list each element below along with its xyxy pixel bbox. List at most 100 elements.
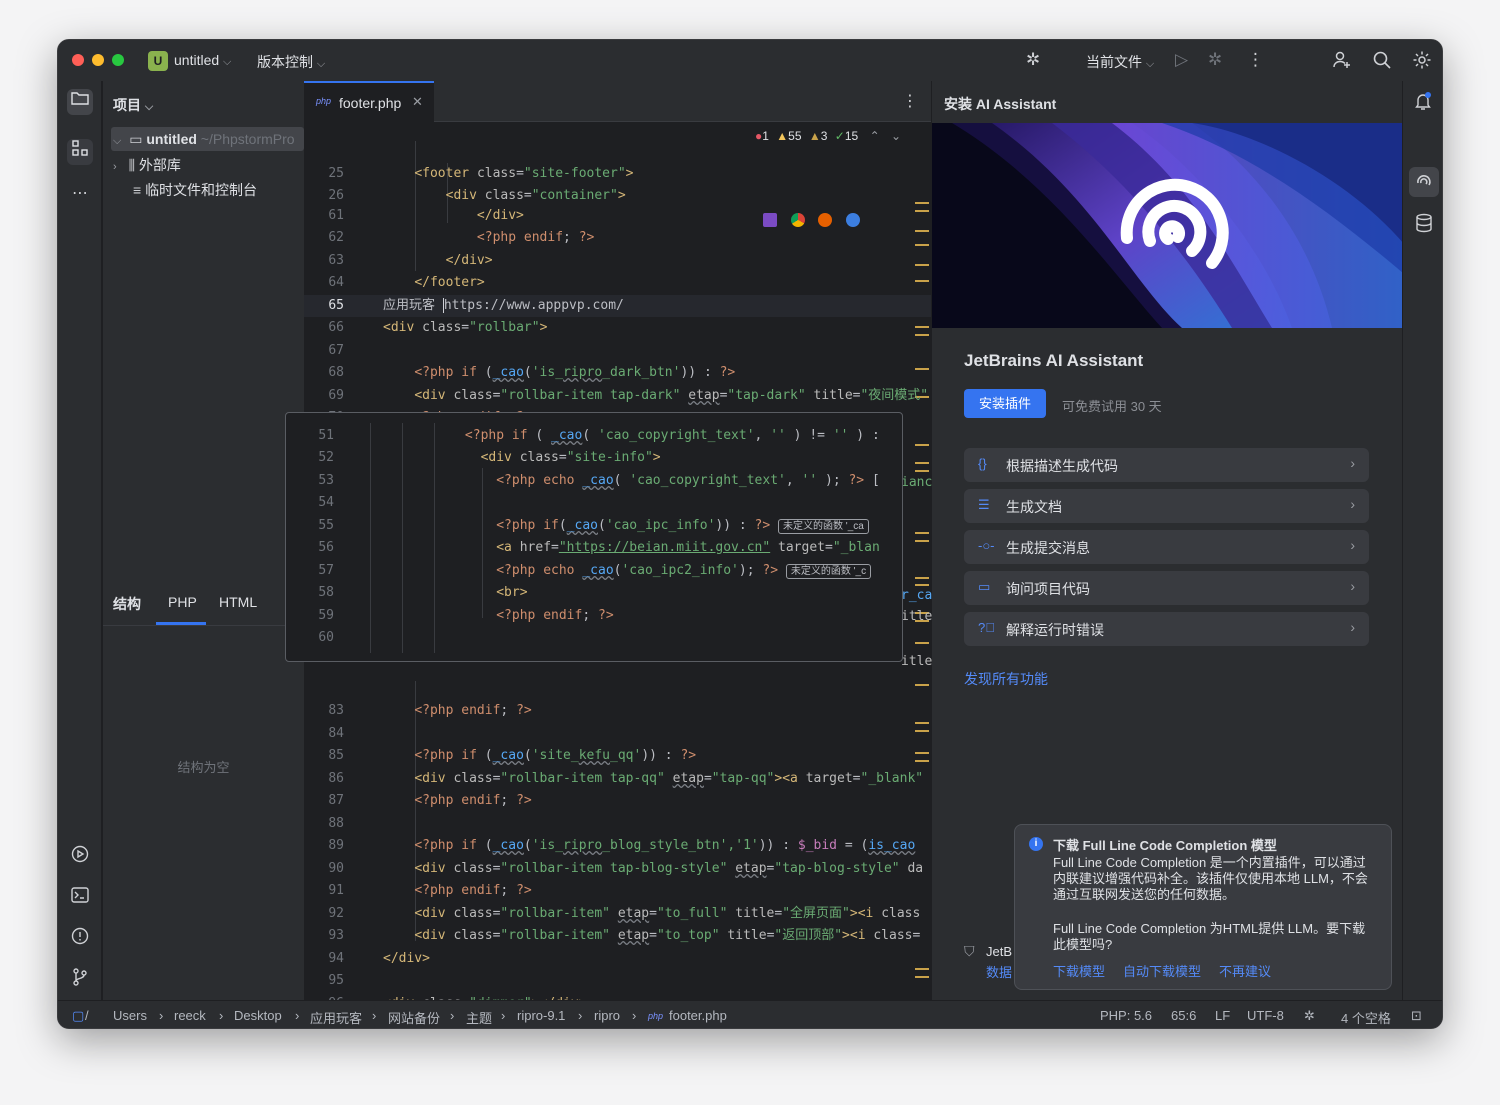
code-line: 90 <div class="rollbar-item tap-blog-sty… xyxy=(328,861,924,876)
terminal-icon[interactable] xyxy=(67,886,93,912)
lock-icon[interactable]: ⊡ xyxy=(1411,1008,1422,1024)
search-icon[interactable] xyxy=(1372,50,1392,75)
code-line: 25 <footer class="site-footer"> xyxy=(328,166,634,181)
auto-download-link[interactable]: 自动下载模型 xyxy=(1123,961,1201,980)
firefox-icon[interactable] xyxy=(818,213,833,227)
run-icon[interactable]: ▷ xyxy=(1175,50,1188,70)
code-line: 60 xyxy=(318,630,334,645)
editor-tab-bar: php footer.php ✕ ⋮ xyxy=(304,81,931,122)
breadcrumb-item[interactable]: 主题 xyxy=(466,1008,492,1027)
tree-row-scratches[interactable]: ≡ 临时文件和控制台 xyxy=(133,180,257,200)
tree-label: untitled xyxy=(146,131,197,147)
tree-row-untitled[interactable]: ⌵ ▭ untitled ~/PhpstormPro xyxy=(113,131,295,148)
ai-footer-text: JetB xyxy=(986,944,1013,959)
inspection-widget[interactable]: ●1 ▲55 ▲3 ✓15 ⌃ ⌄ xyxy=(755,129,901,143)
code-line: 63 </div> xyxy=(328,253,493,268)
ai-feature-commit-message[interactable]: -○- 生成提交消息 › xyxy=(964,530,1369,564)
minimize-window-button[interactable] xyxy=(92,54,104,66)
ai-feature-explain-error[interactable]: ?⃝ 解释运行时错误 › xyxy=(964,612,1369,646)
breadcrumb-item[interactable]: 应用玩客 xyxy=(310,1008,362,1027)
tab-structure[interactable]: 结构 xyxy=(113,594,141,614)
next-highlight-icon[interactable]: ⌄ xyxy=(891,129,901,143)
breadcrumb-item[interactable]: 网站备份 xyxy=(388,1008,440,1027)
chevron-down-icon: ⌵ xyxy=(316,58,326,70)
chevron-down-icon: ⌵ xyxy=(113,135,122,147)
debug-icon[interactable]: ✲ xyxy=(1208,50,1222,70)
project-panel-title[interactable]: 项目 ⌵ xyxy=(113,95,153,115)
code-line: 84 xyxy=(328,726,344,741)
breadcrumb-item[interactable]: ripro xyxy=(594,1008,620,1023)
caret-position[interactable]: 65:6 xyxy=(1171,1008,1196,1023)
dont-suggest-link[interactable]: 不再建议 xyxy=(1219,961,1271,980)
tab-php[interactable]: PHP xyxy=(168,594,197,610)
tree-path-hint: ~/PhpstormPro xyxy=(200,131,295,147)
more-vertical-icon[interactable]: ⋮ xyxy=(902,91,918,111)
zoom-window-button[interactable] xyxy=(112,54,124,66)
chevron-right-icon: › xyxy=(1350,537,1355,553)
code-line: 57 <?php echo _cao('cao_ipc2_info'); ?> … xyxy=(286,560,902,582)
safari-icon[interactable] xyxy=(845,213,860,227)
indent-setting[interactable]: 4 个空格 xyxy=(1341,1008,1391,1027)
info-icon: i xyxy=(1029,837,1043,851)
ai-feature-label: 解释运行时错误 xyxy=(1006,622,1104,638)
doc-icon: ☰ xyxy=(978,497,990,512)
more-tools-icon[interactable]: ⋯ xyxy=(67,181,93,207)
install-plugin-button[interactable]: 安装插件 xyxy=(964,389,1046,418)
database-icon[interactable] xyxy=(1414,213,1434,238)
code-line: 83 <?php endif; ?> xyxy=(328,703,532,718)
ai-feature-generate-code[interactable]: {} 根据描述生成代码 › xyxy=(964,448,1369,482)
file-encoding[interactable]: UTF-8 xyxy=(1247,1008,1284,1023)
project-root-icon[interactable]: ▢ xyxy=(72,1008,84,1024)
run-config-label: 当前文件 xyxy=(1086,54,1142,70)
ai-feature-ask-project[interactable]: ▭ 询问项目代码 › xyxy=(964,571,1369,605)
breadcrumb-item[interactable]: footer.php xyxy=(669,1008,727,1023)
chevron-right-icon: › xyxy=(1350,455,1355,471)
project-folder-icon[interactable] xyxy=(67,89,93,115)
project-switcher[interactable]: untitled ⌵ xyxy=(174,52,231,69)
breadcrumb-item[interactable]: reeck xyxy=(174,1008,206,1023)
chrome-icon[interactable] xyxy=(790,213,805,227)
warning-icon: ▲ xyxy=(776,129,789,143)
chevron-right-icon: › xyxy=(1350,578,1355,594)
add-user-icon[interactable] xyxy=(1332,50,1352,75)
code-editor[interactable]: php footer.php ✕ ⋮ ●1 ▲55 ▲3 ✓15 ⌃ ⌄ 25 … xyxy=(285,81,932,1011)
breadcrumb-item[interactable]: Desktop xyxy=(234,1008,282,1023)
project-name: untitled xyxy=(174,52,220,68)
services-icon[interactable] xyxy=(67,845,93,871)
breadcrumb-item[interactable]: ripro-9.1 xyxy=(517,1008,565,1023)
git-branch-icon[interactable] xyxy=(67,968,93,994)
ai-footer-link[interactable]: 数据 xyxy=(986,962,1012,981)
editor-tab-footer-php[interactable]: php footer.php ✕ xyxy=(304,81,434,122)
chevron-right-icon: › xyxy=(113,161,117,173)
vcs-menu[interactable]: 版本控制 ⌵ xyxy=(257,52,325,72)
tab-html[interactable]: HTML xyxy=(219,594,257,610)
discover-features-link[interactable]: 发现所有功能 xyxy=(964,669,1048,689)
quick-definition-popup[interactable]: 51 <?php if ( _cao( 'cao_copyright_text'… xyxy=(285,412,903,662)
tree-row-external-libs[interactable]: › ⫼ 外部库 xyxy=(113,155,181,175)
ai-feature-generate-docs[interactable]: ☰ 生成文档 › xyxy=(964,489,1369,523)
ai-assistant-spiral-icon[interactable] xyxy=(1409,167,1439,197)
php-version[interactable]: PHP: 5.6 xyxy=(1100,1008,1152,1023)
chevron-right-icon: › xyxy=(501,1008,506,1023)
notifications-bell-icon[interactable] xyxy=(1413,91,1433,116)
debug-bug-icon[interactable]: ✲ xyxy=(1026,50,1040,70)
phpstorm-browser-icon[interactable] xyxy=(763,213,777,227)
braces-icon: {} xyxy=(978,456,987,471)
line-separator[interactable]: LF xyxy=(1215,1008,1230,1023)
run-config-selector[interactable]: 当前文件 ⌵ xyxy=(1086,52,1154,72)
download-model-link[interactable]: 下载模型 xyxy=(1053,961,1105,980)
more-vertical-icon[interactable]: ⋮ xyxy=(1247,50,1264,70)
settings-gear-icon[interactable] xyxy=(1412,50,1432,75)
chevron-right-icon: › xyxy=(1350,496,1355,512)
prev-highlight-icon[interactable]: ⌃ xyxy=(870,129,880,143)
stripe-mark xyxy=(915,462,929,464)
problems-icon[interactable] xyxy=(67,927,93,953)
code-line: 88 xyxy=(328,816,344,831)
inspection-bug-icon[interactable]: ✲ xyxy=(1304,1008,1315,1024)
close-tab-icon[interactable]: ✕ xyxy=(412,94,423,110)
code-line-current: 65 应用玩客 https://www.apppvp.com/ xyxy=(304,295,931,317)
download-model-notification[interactable]: i 下载 Full Line Code Completion 模型 Full L… xyxy=(1014,824,1392,990)
structure-icon[interactable] xyxy=(67,139,93,165)
close-window-button[interactable] xyxy=(72,54,84,66)
breadcrumb-item[interactable]: Users xyxy=(113,1008,147,1023)
